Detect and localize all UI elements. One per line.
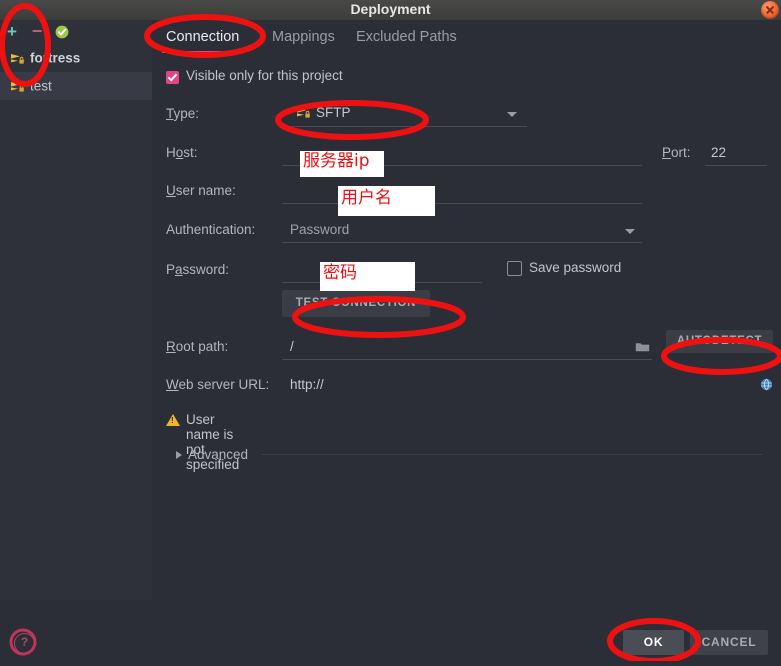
connection-form: Visible only for this project Type: SFTP bbox=[152, 62, 781, 472]
sftp-icon bbox=[10, 75, 25, 103]
root-path-input[interactable] bbox=[282, 335, 652, 360]
port-label: Port: bbox=[662, 145, 691, 160]
server-list-sidebar: + − fortress test bbox=[0, 20, 153, 600]
save-password-checkbox[interactable] bbox=[507, 261, 522, 276]
root-path-row: Root path: / AUTODETECT bbox=[152, 328, 781, 366]
globe-icon[interactable] bbox=[760, 378, 773, 396]
username-label: User name: bbox=[166, 183, 236, 198]
password-label: Password: bbox=[166, 262, 230, 277]
sftp-icon bbox=[10, 47, 25, 75]
type-value: SFTP bbox=[316, 105, 351, 120]
port-value: 22 bbox=[711, 145, 727, 160]
save-password-label: Save password bbox=[529, 260, 622, 275]
test-connection-row: TEST CONNECTION bbox=[152, 290, 781, 328]
web-server-url-row: Web server URL: http:// bbox=[152, 366, 781, 404]
advanced-label: Advanced bbox=[188, 447, 249, 462]
deployment-dialog: Deployment + − fortress test Connection … bbox=[0, 0, 781, 664]
visible-only-label: Visible only for this project bbox=[186, 68, 343, 83]
password-input[interactable] bbox=[282, 258, 482, 283]
close-icon[interactable] bbox=[761, 1, 779, 19]
server-list: fortress test bbox=[0, 44, 152, 100]
authentication-label: Authentication: bbox=[166, 222, 256, 237]
web-server-url-value: http:// bbox=[290, 377, 324, 392]
sidebar-toolbar: + − bbox=[0, 20, 152, 44]
type-label: Type: bbox=[166, 106, 200, 121]
visible-only-row: Visible only for this project bbox=[152, 62, 781, 94]
tab-excluded-paths[interactable]: Excluded Paths bbox=[348, 20, 465, 54]
host-label: Host: bbox=[166, 145, 198, 160]
authentication-value: Password bbox=[290, 222, 350, 237]
tab-connection[interactable]: Connection bbox=[158, 20, 247, 54]
window-title: Deployment bbox=[350, 1, 431, 17]
remove-server-button[interactable]: − bbox=[27, 22, 47, 42]
authentication-row: Authentication: Password bbox=[152, 210, 781, 250]
list-item-label: test bbox=[30, 78, 52, 94]
advanced-row[interactable]: Advanced bbox=[152, 438, 781, 472]
help-question-icon[interactable]: ? bbox=[14, 633, 35, 654]
window-titlebar: Deployment bbox=[0, 0, 781, 21]
test-connection-button[interactable]: TEST CONNECTION bbox=[282, 290, 430, 317]
warning-triangle-icon bbox=[166, 414, 180, 426]
type-row: Type: SFTP bbox=[152, 94, 781, 134]
list-item-label: fortress bbox=[30, 50, 81, 66]
main-panel: Connection Mappings Excluded Paths Visib… bbox=[152, 20, 781, 600]
root-path-value: / bbox=[290, 339, 294, 354]
username-input[interactable] bbox=[282, 179, 642, 204]
host-row: Host: Port: 22 bbox=[152, 134, 781, 172]
tab-bar: Connection Mappings Excluded Paths bbox=[152, 20, 781, 54]
root-path-label: Root path: bbox=[166, 339, 229, 354]
warning-row: User name is not specified bbox=[152, 404, 781, 472]
list-item[interactable]: test bbox=[0, 72, 152, 100]
autodetect-button[interactable]: AUTODETECT bbox=[666, 330, 773, 353]
sftp-icon bbox=[296, 106, 311, 124]
web-server-url-label: Web server URL: bbox=[166, 377, 270, 392]
cancel-button[interactable]: CANCEL bbox=[690, 630, 768, 655]
folder-icon[interactable] bbox=[635, 340, 650, 358]
visible-only-checkbox[interactable] bbox=[166, 71, 179, 84]
username-row: User name: bbox=[152, 172, 781, 210]
list-item[interactable]: fortress bbox=[0, 44, 152, 72]
tab-mappings[interactable]: Mappings bbox=[264, 20, 343, 54]
chevron-down-icon[interactable] bbox=[625, 229, 635, 234]
ok-button[interactable]: OK bbox=[623, 630, 684, 655]
host-input[interactable] bbox=[282, 141, 642, 166]
add-server-button[interactable]: + bbox=[2, 22, 22, 42]
chevron-down-icon[interactable] bbox=[507, 112, 517, 117]
divider bbox=[262, 454, 762, 455]
password-row: Password: Save password bbox=[152, 250, 781, 290]
chevron-right-icon[interactable] bbox=[176, 451, 182, 459]
check-badge-icon[interactable] bbox=[52, 22, 72, 42]
